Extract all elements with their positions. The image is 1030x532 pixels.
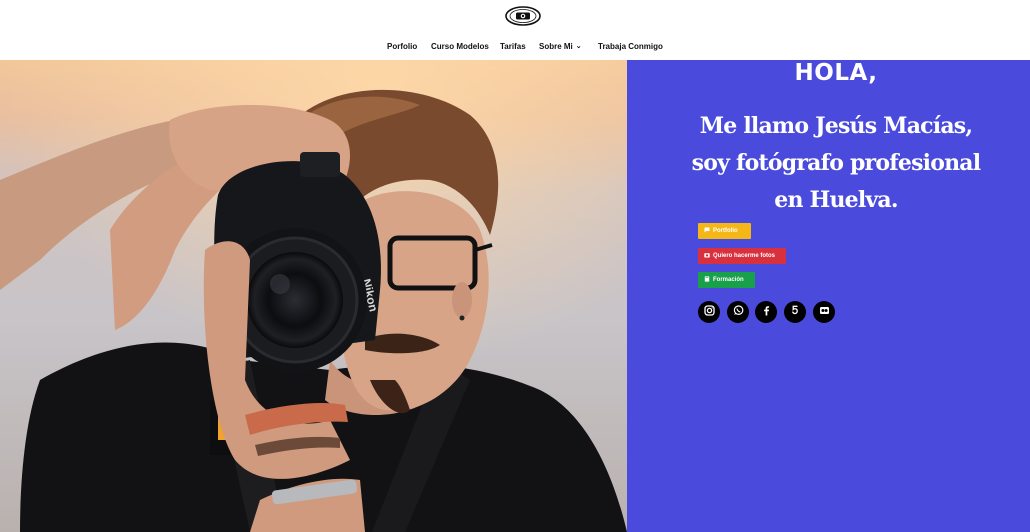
camera-icon bbox=[704, 252, 710, 260]
hero-headline: Me llamo Jesús Macías, soy fotógrafo pro… bbox=[627, 108, 1030, 219]
instagram-icon bbox=[703, 303, 715, 321]
hero-headline-line: en Huelva. bbox=[774, 187, 898, 213]
nav-item-tarifas[interactable]: Tarifas bbox=[500, 42, 526, 51]
book-session-button-label: Quiero hacerme fotos bbox=[713, 253, 776, 259]
flickr-icon bbox=[819, 303, 830, 321]
site-header: Porfolio Curso Modelos Tarifas Sobre Mi ⌄… bbox=[0, 0, 1030, 60]
nav-item-sobre-mi[interactable]: Sobre Mi ⌄ bbox=[539, 42, 582, 51]
site-logo[interactable] bbox=[505, 6, 541, 26]
whatsapp-icon bbox=[733, 303, 744, 321]
hero-photographer-image: Nikon bbox=[0, 60, 627, 532]
training-button-label: Formación bbox=[713, 277, 744, 283]
500px-icon bbox=[790, 303, 801, 321]
facebook-link[interactable] bbox=[755, 301, 777, 323]
whatsapp-link[interactable] bbox=[727, 301, 749, 323]
chevron-down-icon: ⌄ bbox=[575, 43, 582, 50]
facebook-icon bbox=[761, 303, 772, 321]
flickr-link[interactable] bbox=[813, 301, 835, 323]
book-session-button[interactable]: Quiero hacerme fotos bbox=[698, 248, 786, 264]
training-button[interactable]: Formación bbox=[698, 272, 755, 288]
hero-greeting: HOLA, bbox=[794, 60, 878, 86]
main-nav: Porfolio Curso Modelos Tarifas Sobre Mi ⌄… bbox=[0, 42, 1030, 54]
nav-item-trabaja-conmigo[interactable]: Trabaja Conmigo bbox=[598, 42, 663, 51]
portfolio-button[interactable]: Portfolio bbox=[698, 223, 751, 239]
500px-link[interactable] bbox=[784, 301, 806, 323]
chat-bubble-icon bbox=[704, 227, 710, 235]
book-icon bbox=[704, 276, 710, 284]
portfolio-button-label: Portfolio bbox=[713, 228, 738, 234]
nav-item-sobre-mi-label: Sobre Mi bbox=[539, 42, 573, 51]
instagram-link[interactable] bbox=[698, 301, 720, 323]
hero-headline-line: Me llamo Jesús Macías, bbox=[699, 113, 973, 139]
hero-headline-line: soy fotógrafo profesional bbox=[691, 150, 981, 176]
nav-item-porfolio[interactable]: Porfolio bbox=[387, 42, 417, 51]
nav-item-curso-modelos[interactable]: Curso Modelos bbox=[431, 42, 489, 51]
